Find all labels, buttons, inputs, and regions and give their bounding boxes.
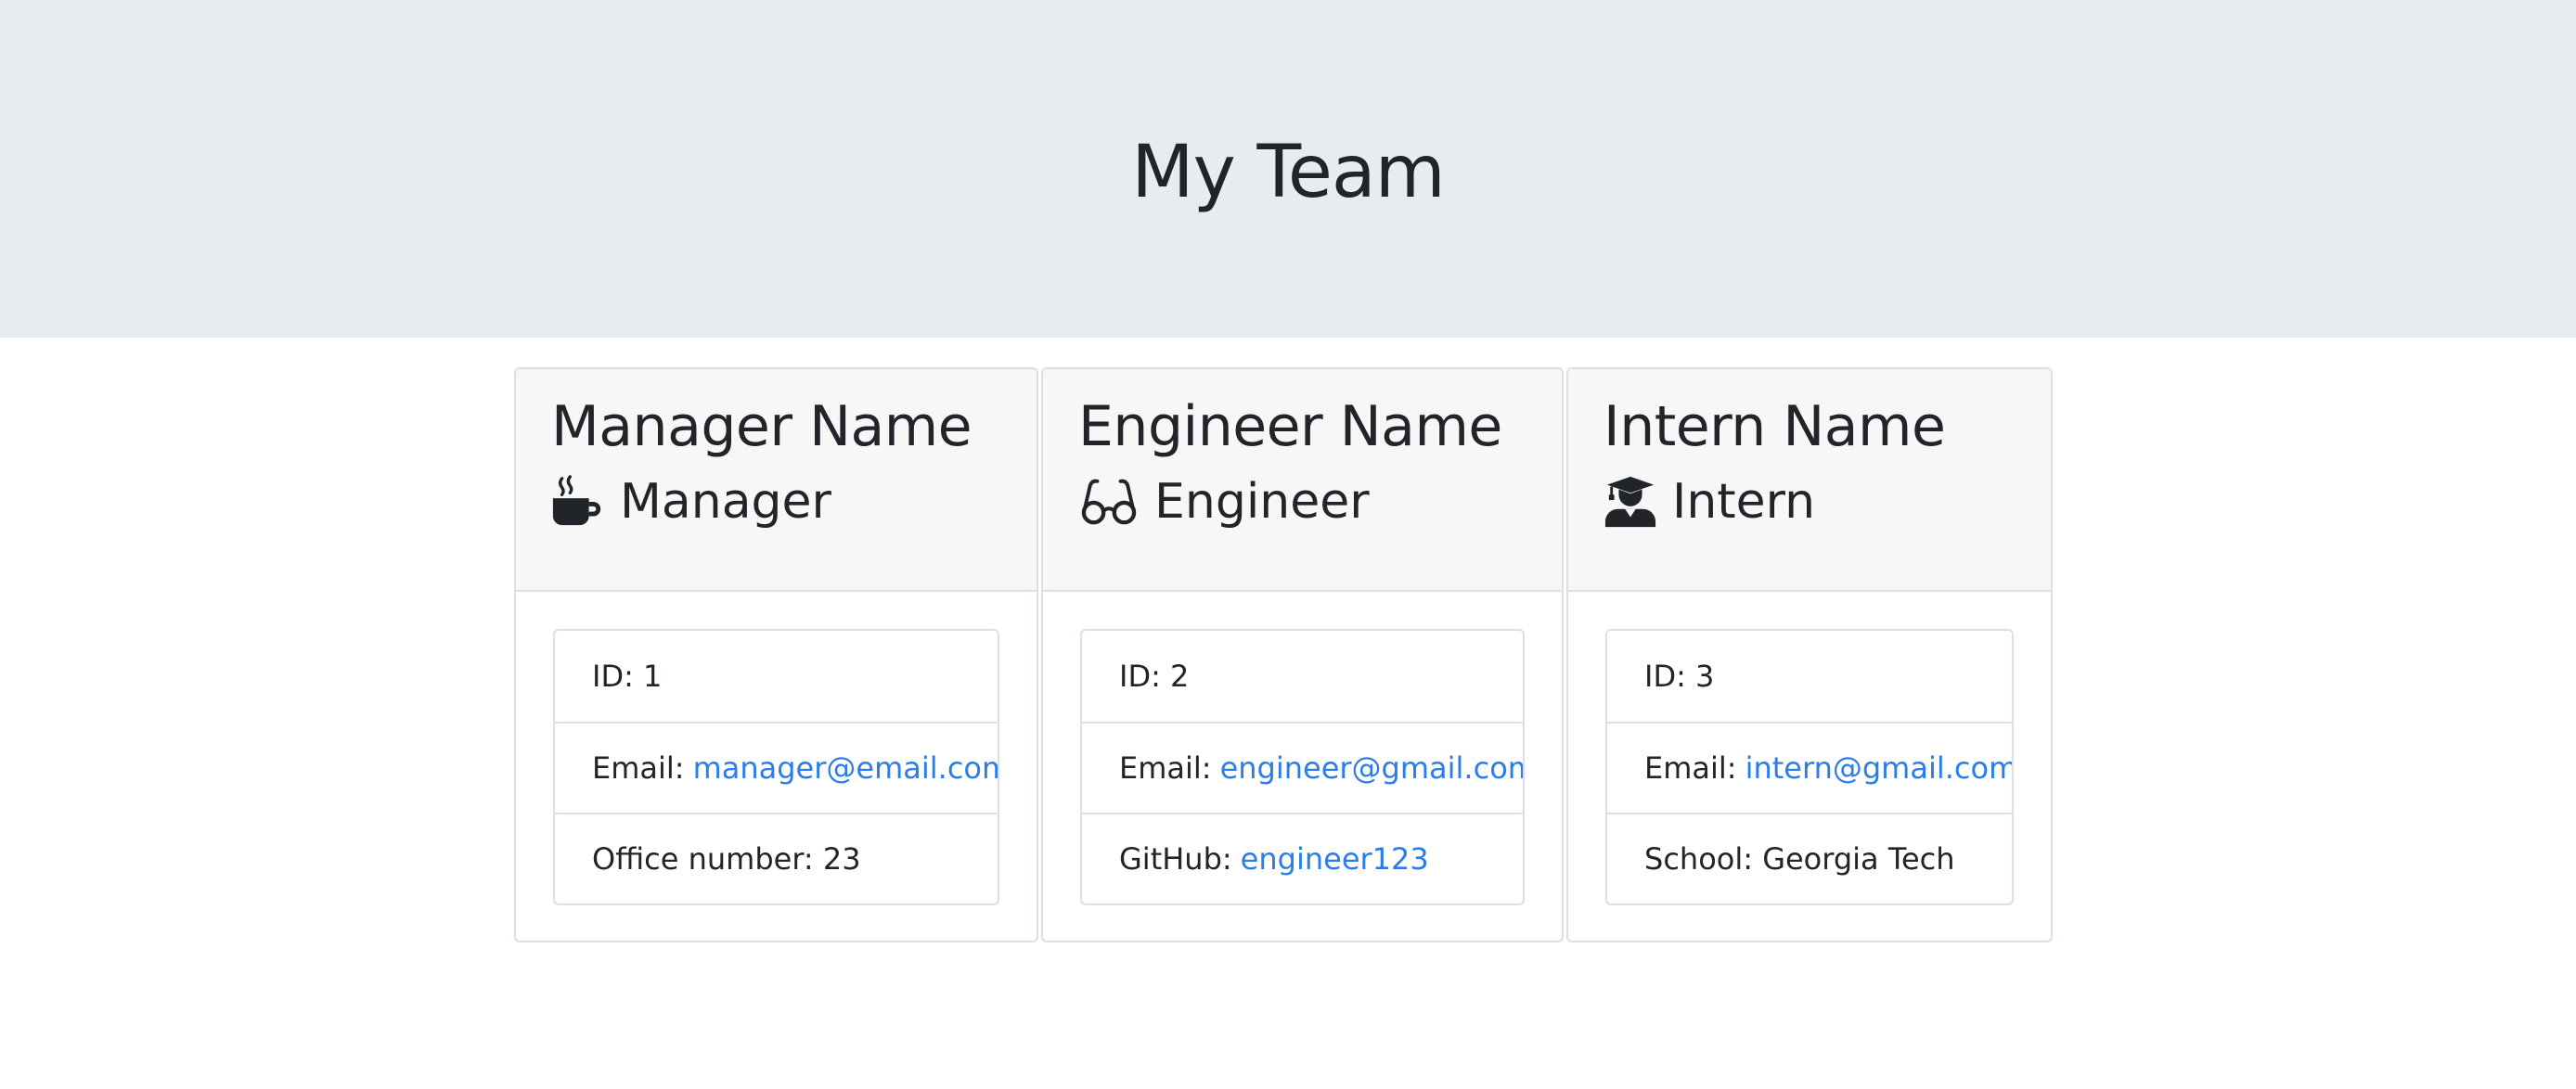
id-row: ID: 1	[555, 631, 998, 722]
id-row: ID: 2	[1082, 631, 1523, 722]
id-value: 3	[1695, 659, 1715, 694]
manager-card: Manager Name Manager ID: 1 Email: manage…	[514, 367, 1038, 942]
office-number-value: 23	[822, 841, 861, 877]
employee-role: Engineer	[1078, 473, 1562, 531]
engineer-card: Engineer Name Engineer ID: 2 Email: engi…	[1041, 367, 1564, 942]
employee-details: ID: 2 Email: engineer@gmail.com GitHub: en…	[1080, 629, 1525, 905]
email-row: Email: intern@gmail.com	[1607, 722, 2012, 813]
page-title: My Team	[1131, 131, 1445, 214]
employee-role: Intern	[1604, 473, 2051, 531]
employee-details: ID: 3 Email: intern@gmail.com School: Geo…	[1605, 629, 2014, 905]
id-value: 2	[1170, 659, 1190, 694]
school-row: School: Georgia Tech	[1607, 813, 2012, 903]
id-value: 1	[643, 659, 663, 694]
email-label: Email:	[592, 750, 685, 786]
id-row: ID: 3	[1607, 631, 2012, 722]
school-label: School:	[1644, 841, 1754, 877]
intern-card: Intern Name Intern ID: 3 Email: intern@g…	[1566, 367, 2053, 942]
email-label: Email:	[1644, 750, 1737, 786]
role-label: Intern	[1672, 474, 1816, 530]
header-jumbotron: My Team	[0, 0, 2576, 338]
graduate-icon	[1604, 475, 1657, 529]
email-link[interactable]: manager@email.com	[693, 750, 998, 786]
employee-name: Engineer Name	[1078, 394, 1502, 459]
github-label: GitHub:	[1119, 841, 1232, 877]
card-header: Engineer Name Engineer	[1043, 369, 1562, 592]
id-label: ID:	[1119, 659, 1161, 694]
employee-name: Intern Name	[1604, 394, 1946, 459]
email-link[interactable]: intern@gmail.com	[1745, 750, 2012, 786]
role-label: Engineer	[1154, 474, 1370, 530]
card-body: ID: 2 Email: engineer@gmail.com GitHub: en…	[1043, 592, 1562, 905]
card-body: ID: 3 Email: intern@gmail.com School: Geo…	[1568, 592, 2051, 905]
school-value: Georgia Tech	[1762, 841, 1955, 877]
email-row: Email: engineer@gmail.com	[1082, 722, 1523, 813]
employee-role: Manager	[551, 473, 1037, 531]
coffee-mug-icon	[551, 475, 605, 529]
glasses-icon	[1078, 475, 1140, 529]
id-label: ID:	[592, 659, 634, 694]
email-row: Email: manager@email.com	[555, 722, 998, 813]
email-link[interactable]: engineer@gmail.com	[1220, 750, 1523, 786]
github-row: GitHub: engineer123	[1082, 813, 1523, 903]
team-cards: Manager Name Manager ID: 1 Email: manage…	[514, 367, 2053, 942]
role-label: Manager	[620, 474, 831, 530]
email-label: Email:	[1119, 750, 1212, 786]
employee-details: ID: 1 Email: manager@email.com Office num…	[553, 629, 999, 905]
id-label: ID:	[1644, 659, 1686, 694]
github-link[interactable]: engineer123	[1241, 841, 1429, 877]
card-header: Intern Name Intern	[1568, 369, 2051, 592]
office-number-label: Office number:	[592, 841, 814, 877]
employee-name: Manager Name	[551, 394, 972, 459]
card-body: ID: 1 Email: manager@email.com Office num…	[516, 592, 1037, 905]
card-header: Manager Name Manager	[516, 369, 1037, 592]
office-number-row: Office number: 23	[555, 813, 998, 903]
